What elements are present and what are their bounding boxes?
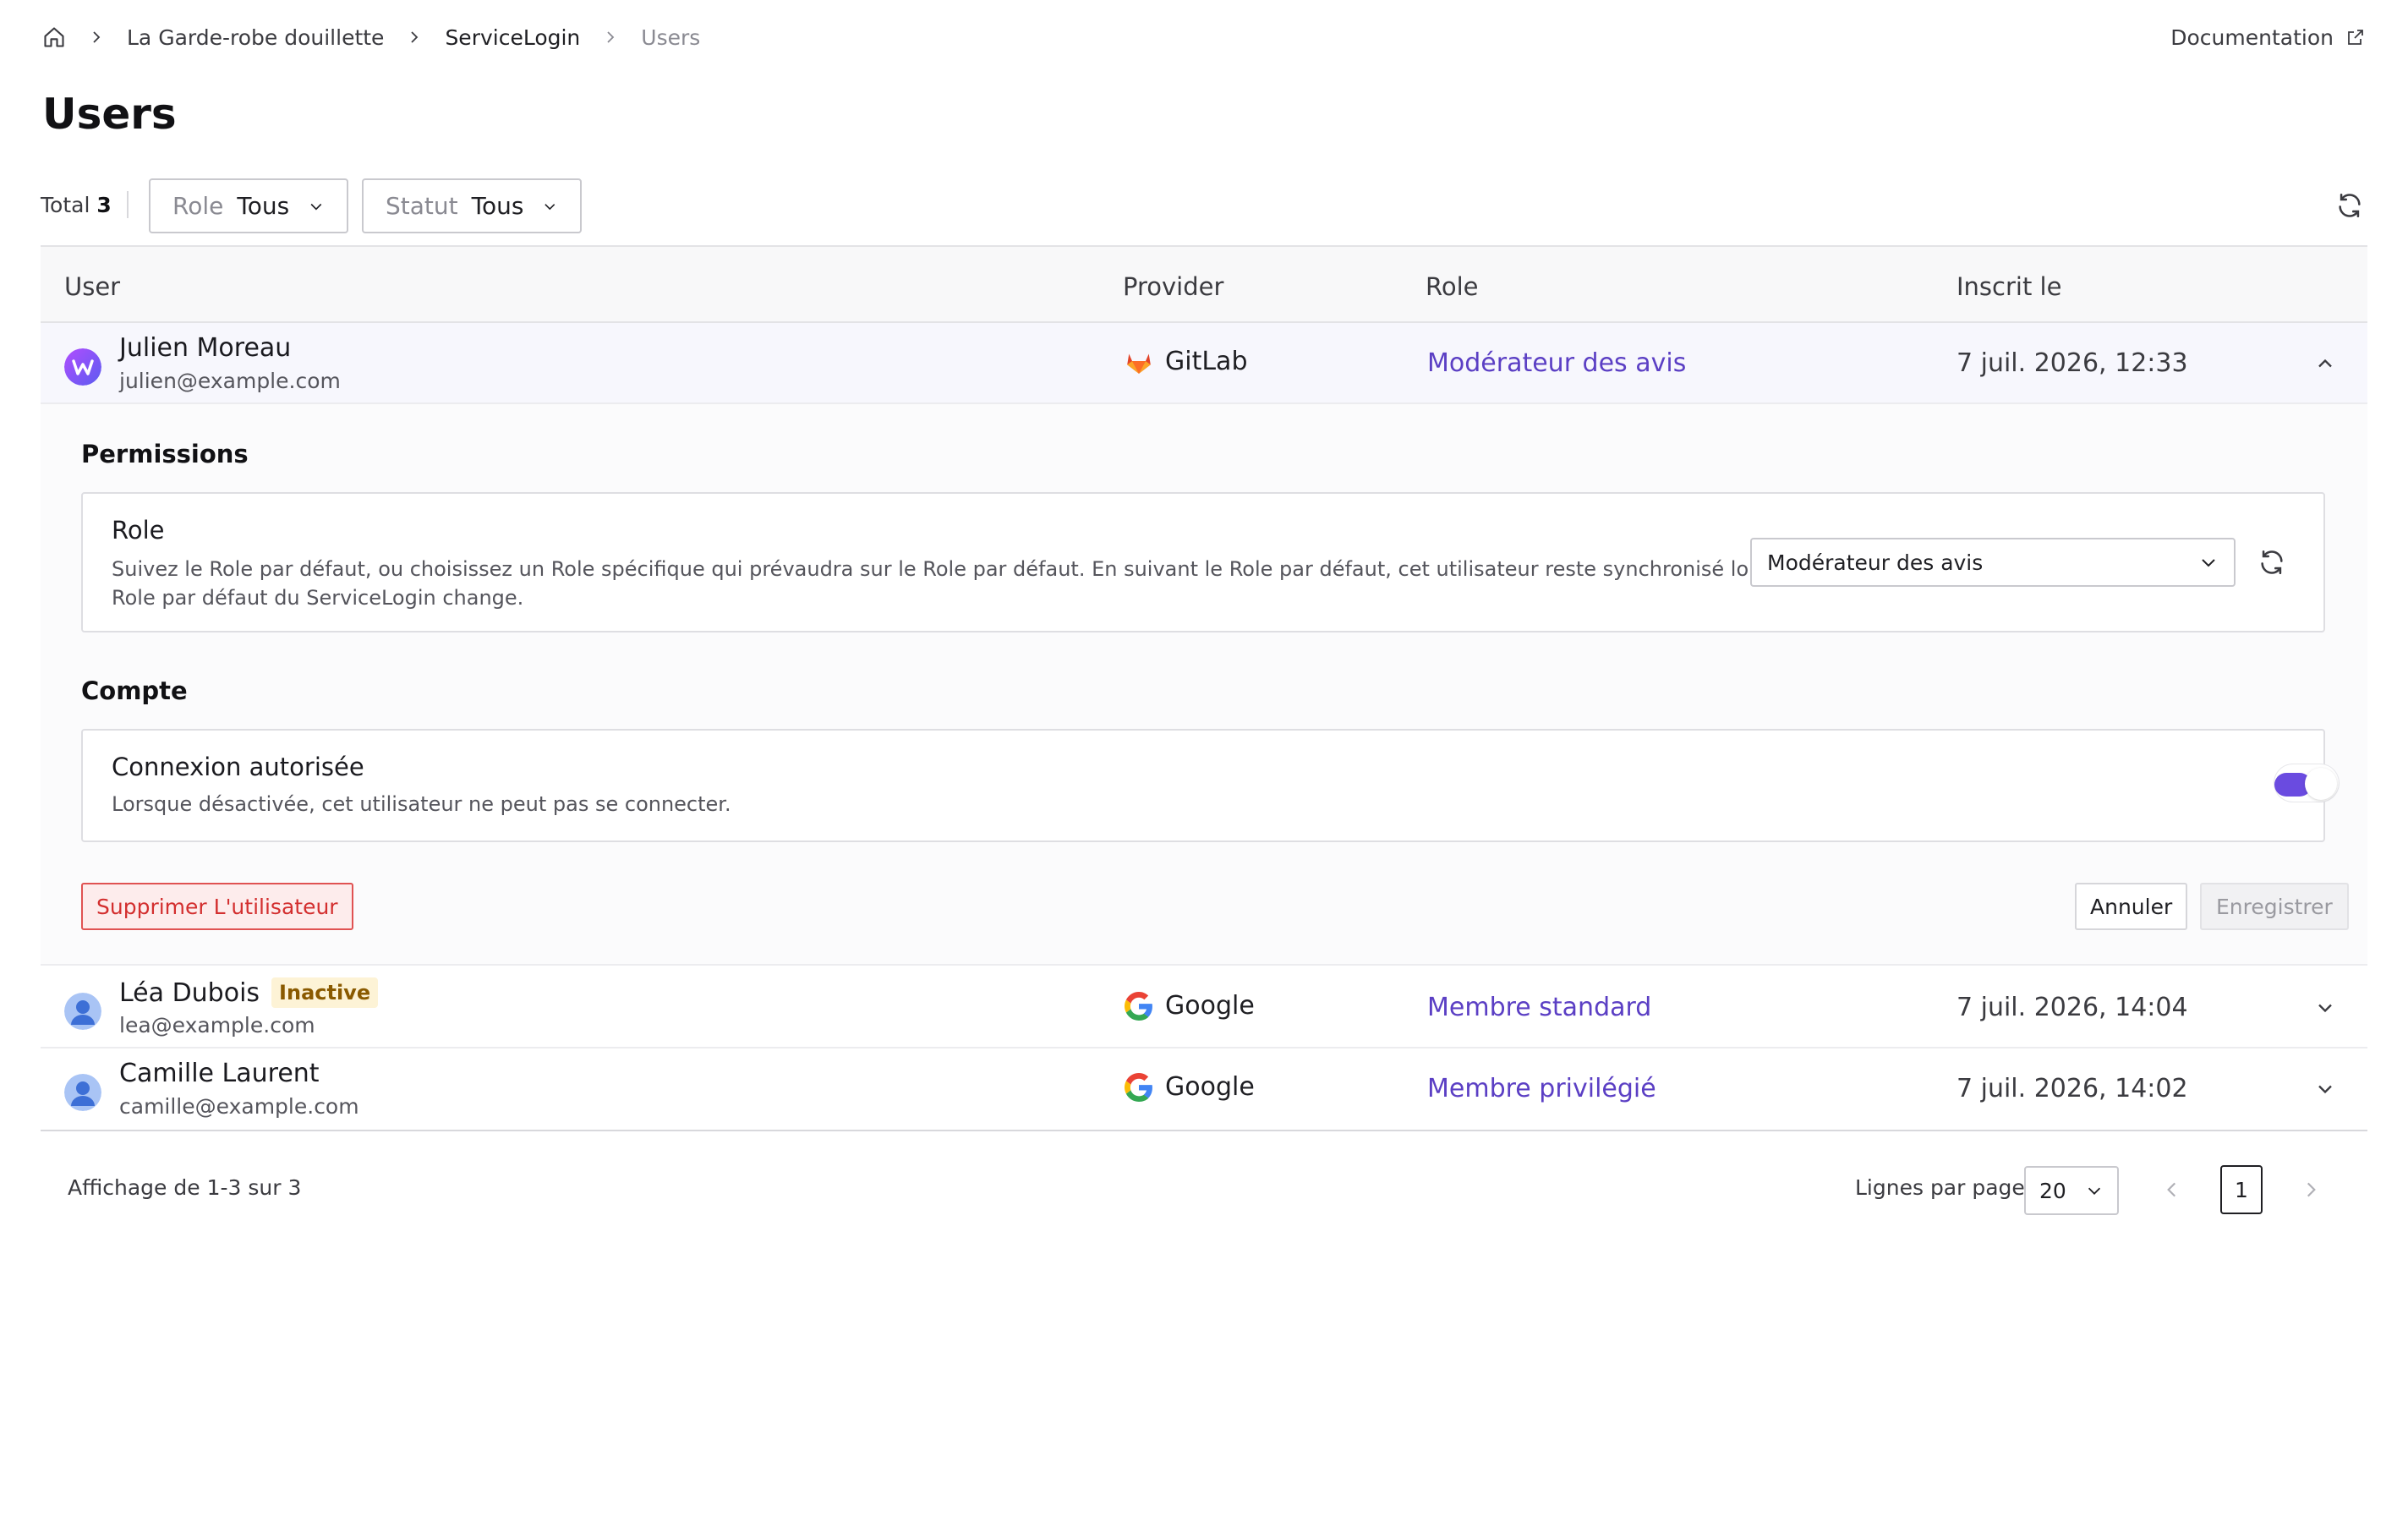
avatar xyxy=(64,348,101,386)
pagination-summary: Affichage de 1-3 sur 3 xyxy=(68,1175,302,1200)
user-email: julien@example.com xyxy=(119,369,341,393)
chevron-left-icon[interactable] xyxy=(2161,1179,2183,1201)
status-filter[interactable]: Statut Tous xyxy=(362,178,582,233)
role-card-description-line: Suivez le Role par défaut, ou choisissez… xyxy=(112,557,1831,581)
chevron-down-icon xyxy=(2202,559,2215,567)
table-row[interactable]: Léa Dubois Inactive lea@example.com Goog… xyxy=(41,967,2367,1048)
total-value: 3 xyxy=(96,193,112,217)
provider-label: Google xyxy=(1165,1072,1255,1102)
total-count: Total 3 xyxy=(41,193,112,217)
breadcrumb: La Garde-robe douillette ServiceLogin Us… xyxy=(42,22,700,52)
home-icon[interactable] xyxy=(42,25,66,49)
avatar xyxy=(64,1074,101,1111)
divider xyxy=(127,191,129,218)
user-email: camille@example.com xyxy=(119,1094,359,1119)
column-inscrit-le[interactable]: Inscrit le xyxy=(1956,272,2061,301)
breadcrumb-item-current: Users xyxy=(641,25,701,50)
role-filter[interactable]: Role Tous xyxy=(149,178,348,233)
role-card-description-line: Role par défaut du ServiceLogin change. xyxy=(112,586,524,610)
user-name: Camille Laurent xyxy=(119,1059,320,1088)
table-row[interactable]: Julien Moreau julien@example.com GitLab … xyxy=(41,323,2367,404)
documentation-link[interactable]: Documentation xyxy=(2170,22,2366,52)
status-badge: Inactive xyxy=(271,977,379,1008)
provider: GitLab xyxy=(1125,347,1248,376)
role-link[interactable]: Membre privilégié xyxy=(1427,1074,1656,1103)
chevron-down-icon[interactable] xyxy=(2313,996,2337,1020)
rows-per-page-value: 20 xyxy=(2039,1178,2066,1203)
table-row[interactable]: Camille Laurent camille@example.com Goog… xyxy=(41,1048,2367,1131)
role-select[interactable]: Modérateur des avis xyxy=(1750,538,2236,587)
breadcrumb-item-service[interactable]: ServiceLogin xyxy=(445,25,580,50)
user-email: lea@example.com xyxy=(119,1013,315,1037)
rows-per-page-select[interactable]: 20 xyxy=(2024,1166,2119,1215)
chevron-right-icon xyxy=(93,31,101,43)
provider-label: Google xyxy=(1165,991,1255,1021)
refresh-icon[interactable] xyxy=(2335,191,2364,220)
role-filter-value: Tous xyxy=(237,192,290,220)
role-filter-label: Role xyxy=(172,192,224,220)
column-user[interactable]: User xyxy=(64,272,120,301)
registered-date: 7 juil. 2026, 12:33 xyxy=(1956,348,2188,378)
google-icon xyxy=(1125,1072,1152,1102)
user-details-panel: Permissions Role Suivez le Role par défa… xyxy=(41,404,2367,966)
chevron-right-icon xyxy=(411,31,419,43)
provider: Google xyxy=(1125,991,1255,1021)
status-filter-label: Statut xyxy=(386,192,458,220)
page-number[interactable]: 1 xyxy=(2220,1165,2263,1214)
chevron-up-icon[interactable] xyxy=(2313,352,2337,375)
user-name-text: Léa Dubois xyxy=(119,977,260,1008)
user-name: Julien Moreau xyxy=(119,333,291,363)
user-name-text: Julien Moreau xyxy=(119,333,292,363)
google-icon xyxy=(1125,991,1152,1021)
chevron-down-icon xyxy=(545,203,555,210)
user-name: Léa Dubois Inactive xyxy=(119,977,379,1008)
status-filter-value: Tous xyxy=(471,192,524,220)
provider-label: GitLab xyxy=(1165,347,1248,376)
total-label: Total xyxy=(41,193,90,217)
role-select-value: Modérateur des avis xyxy=(1767,550,1984,575)
chevron-right-icon xyxy=(607,31,615,43)
toggle-knob xyxy=(2305,768,2337,800)
provider: Google xyxy=(1125,1072,1255,1102)
column-provider[interactable]: Provider xyxy=(1123,272,1223,301)
login-allowed-toggle[interactable] xyxy=(2274,764,2339,802)
delete-user-button[interactable]: Supprimer L'utilisateur xyxy=(81,883,353,930)
save-button[interactable]: Enregistrer xyxy=(2200,883,2349,930)
login-card-description: Lorsque désactivée, cet utilisateur ne p… xyxy=(112,792,731,816)
avatar xyxy=(64,993,101,1030)
column-role[interactable]: Role xyxy=(1426,272,1479,301)
page-title: Users xyxy=(42,90,177,139)
account-title: Compte xyxy=(81,676,188,705)
user-name-text: Camille Laurent xyxy=(119,1059,320,1088)
login-card-title: Connexion autorisée xyxy=(112,753,364,781)
registered-date: 7 juil. 2026, 14:02 xyxy=(1956,1074,2188,1103)
table-header: User Provider Role Inscrit le xyxy=(41,245,2367,323)
registered-date: 7 juil. 2026, 14:04 xyxy=(1956,993,2188,1022)
external-link-icon xyxy=(2348,30,2363,45)
login-card: Connexion autorisée Lorsque désactivée, … xyxy=(81,729,2339,842)
role-card: Role Suivez le Role par défaut, ou chois… xyxy=(81,492,2325,632)
gitlab-icon xyxy=(1127,353,1151,374)
breadcrumb-item-workspace[interactable]: La Garde-robe douillette xyxy=(127,25,384,50)
role-card-description: Suivez le Role par défaut, ou choisissez… xyxy=(112,555,1831,612)
cancel-button[interactable]: Annuler xyxy=(2075,883,2188,930)
role-link[interactable]: Membre standard xyxy=(1427,993,1651,1022)
chevron-right-icon[interactable] xyxy=(2300,1179,2322,1201)
reset-role-icon[interactable] xyxy=(2258,548,2286,577)
chevron-down-icon xyxy=(310,203,322,210)
role-link[interactable]: Modérateur des avis xyxy=(1427,348,1686,378)
documentation-label: Documentation xyxy=(2170,25,2334,50)
role-card-title: Role xyxy=(112,516,165,545)
rows-per-page-label: Lignes par page xyxy=(1855,1175,2025,1200)
permissions-title: Permissions xyxy=(81,440,249,468)
chevron-down-icon[interactable] xyxy=(2313,1077,2337,1101)
chevron-down-icon xyxy=(2088,1187,2101,1195)
